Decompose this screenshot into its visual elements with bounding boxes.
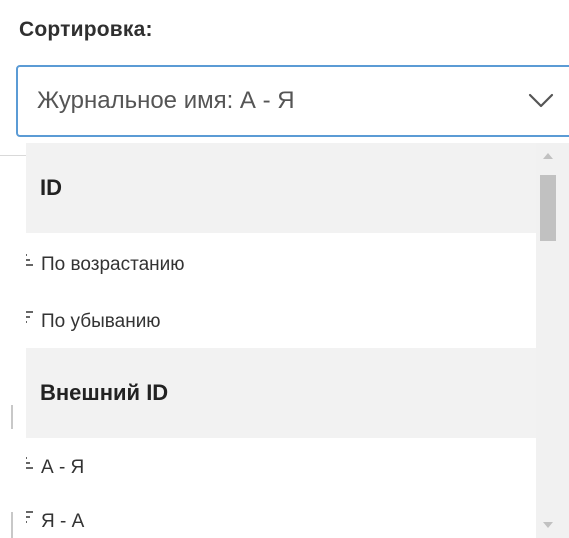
option-label: А - Я (41, 457, 85, 478)
option-external-id-z-a[interactable]: Я - А (26, 507, 533, 538)
option-id-ascending[interactable]: По возрастанию (26, 250, 533, 298)
sort-ascending-icon (26, 254, 33, 266)
group-header-id: ID (26, 143, 536, 233)
sort-label: Сортировка: (19, 18, 153, 41)
sort-select-value: Журнальное имя: А - Я (37, 87, 295, 114)
chevron-down-icon (528, 93, 554, 108)
underlying-divider (0, 155, 26, 156)
dropdown-scrollbar[interactable] (536, 143, 569, 538)
underlying-border (11, 405, 13, 429)
scroll-down-arrow-icon[interactable] (543, 522, 553, 528)
group-header-external-id: Внешний ID (26, 348, 536, 438)
option-label: Я - А (41, 511, 85, 532)
option-label: По убыванию (41, 311, 161, 332)
option-external-id-a-z[interactable]: А - Я (26, 453, 533, 501)
underlying-border (11, 512, 13, 538)
scroll-up-arrow-icon[interactable] (543, 153, 553, 159)
scrollbar-thumb[interactable] (540, 175, 556, 241)
sort-select[interactable]: Журнальное имя: А - Я (16, 65, 569, 137)
sort-panel: Сортировка: Журнальное имя: А - Я ID По … (0, 0, 569, 538)
sort-ascending-icon (26, 457, 33, 469)
option-label: По возрастанию (41, 254, 185, 275)
sort-descending-icon (26, 311, 33, 323)
sort-dropdown-menu: ID По возрастанию По убыванию Внешний ID (26, 143, 569, 538)
sort-descending-icon (26, 511, 33, 523)
